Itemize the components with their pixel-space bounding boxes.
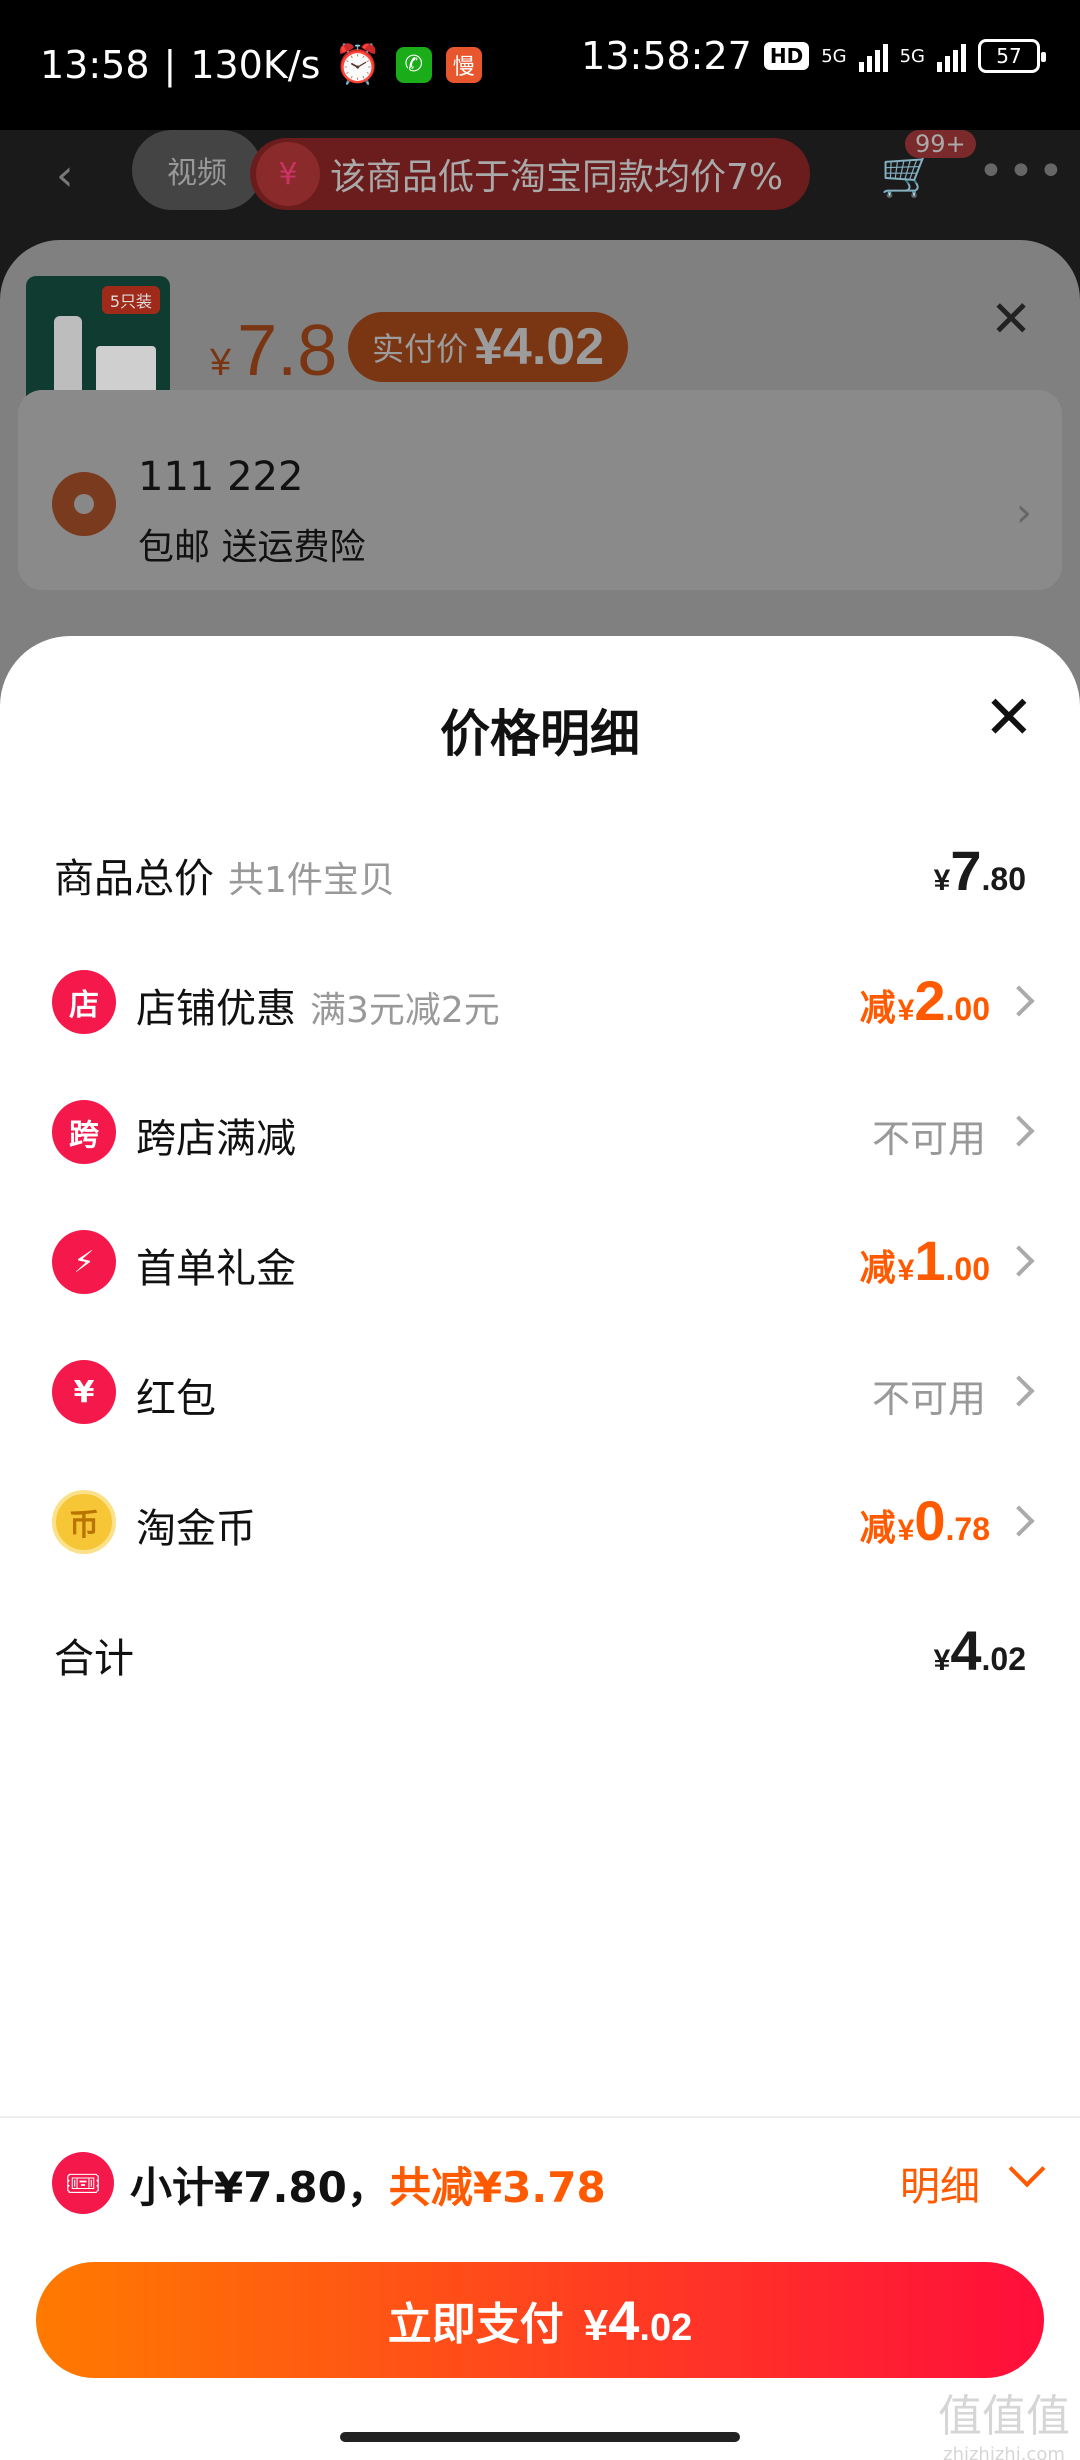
- row-cross-store[interactable]: 跨 跨店满减 不可用: [0, 1080, 1080, 1180]
- tab-video[interactable]: 视频: [132, 130, 262, 210]
- row-gold-coin[interactable]: 币 淘金币 减 ¥0.78: [0, 1470, 1080, 1570]
- price-compare-banner: ¥ 该商品低于淘宝同款均价7%: [250, 138, 810, 210]
- status-time: 13:58: [40, 42, 150, 87]
- chevron-right-icon: [1003, 985, 1035, 1017]
- signal-icon: [858, 40, 888, 72]
- shop-icon: 店: [52, 970, 116, 1034]
- network-type-2: 5G: [899, 45, 925, 67]
- back-icon[interactable]: ‹: [56, 150, 74, 201]
- sheet-title: 价格明细: [440, 705, 640, 763]
- chevron-right-icon: [1003, 1245, 1035, 1277]
- close-sheet-icon[interactable]: ✕: [984, 688, 1034, 748]
- pay-now-button[interactable]: 立即支付 ¥4.02: [36, 2262, 1044, 2378]
- address-card[interactable]: 111 222 包邮 送运费险 ›: [18, 390, 1062, 590]
- chevron-right-icon: [1003, 1505, 1035, 1537]
- location-pin-icon: [52, 472, 116, 536]
- paid-price-pill: 实付价 ¥4.02: [348, 312, 629, 382]
- chevron-down-icon[interactable]: [1008, 2150, 1046, 2188]
- more-icon[interactable]: •••: [978, 146, 1068, 197]
- product-price: ¥7.8: [210, 311, 338, 391]
- divider: [0, 2116, 1080, 2118]
- lightning-icon: ⚡: [52, 1230, 116, 1294]
- subtotal-text: 小计¥7.80，: [130, 2163, 389, 2212]
- cross-store-status: 不可用: [871, 1117, 986, 1161]
- coin-value: 减 ¥0.78: [859, 1489, 990, 1552]
- watermark: 值值值 zhizhizhi.com: [938, 2391, 1070, 2460]
- status-right: 13:58:27 HD 5G 5G 57: [581, 34, 1046, 78]
- row-shop-discount[interactable]: 店 店铺优惠 满3元减2元 减 ¥2.00: [0, 950, 1080, 1050]
- discount-text: 共减¥3.78: [388, 2163, 606, 2212]
- network-speed: 130K/s: [190, 42, 321, 87]
- chevron-right-icon: [1003, 1375, 1035, 1407]
- goods-total-value: ¥7.80: [933, 839, 1026, 902]
- chevron-right-icon: [1003, 1115, 1035, 1147]
- row-total: 合计 ¥4.02: [54, 1619, 1026, 1682]
- shop-discount-value: 减 ¥2.00: [859, 969, 990, 1032]
- down-arrow-icon: ¥: [256, 142, 320, 206]
- signal-icon-2: [937, 40, 966, 72]
- row-goods-total: 商品总价 共1件宝贝 ¥7.80: [54, 839, 1026, 902]
- battery-icon: 57: [978, 39, 1046, 73]
- address-name: 111 222: [138, 454, 304, 500]
- app-notification-icon: 慢: [445, 46, 482, 83]
- ticket-icon: 🎟: [52, 2152, 114, 2214]
- cart-badge: 99+: [905, 130, 976, 158]
- red-packet-status: 不可用: [871, 1377, 986, 1421]
- alarm-icon: ⏰: [334, 42, 382, 86]
- hd-icon: HD: [763, 42, 810, 70]
- status-left: 13:58 | 130K/s ⏰ ✆ 慢: [40, 42, 482, 87]
- coin-icon: 币: [52, 1490, 116, 1554]
- row-red-packet[interactable]: ¥ 红包 不可用: [0, 1340, 1080, 1440]
- product-tag: 5只装: [101, 286, 160, 314]
- wechat-icon: ✆: [395, 46, 432, 83]
- first-order-value: 减 ¥1.00: [859, 1229, 990, 1292]
- close-icon[interactable]: ✕: [990, 290, 1032, 348]
- row-first-order-gift[interactable]: ⚡ 首单礼金 减 ¥1.00: [0, 1210, 1080, 1310]
- subtotal-bar: 🎟 小计¥7.80，共减¥3.78 明细: [0, 2134, 1080, 2234]
- shipping-info: 包邮 送运费险: [138, 527, 366, 568]
- status-clock: 13:58:27: [581, 34, 752, 78]
- top-nav: ‹ 视频 ¥ 该商品低于淘宝同款均价7% 🛒 99+ •••: [0, 130, 1080, 240]
- cross-store-icon: 跨: [52, 1100, 116, 1164]
- network-type-1: 5G: [821, 45, 847, 67]
- red-packet-icon: ¥: [52, 1360, 116, 1424]
- home-indicator[interactable]: [340, 2432, 740, 2442]
- detail-toggle[interactable]: 明细: [900, 2154, 980, 2212]
- total-value: ¥4.02: [933, 1619, 1026, 1682]
- status-bar: 13:58 | 130K/s ⏰ ✆ 慢 13:58:27 HD 5G 5G 5…: [0, 0, 1080, 130]
- chevron-right-icon: ›: [1016, 490, 1032, 536]
